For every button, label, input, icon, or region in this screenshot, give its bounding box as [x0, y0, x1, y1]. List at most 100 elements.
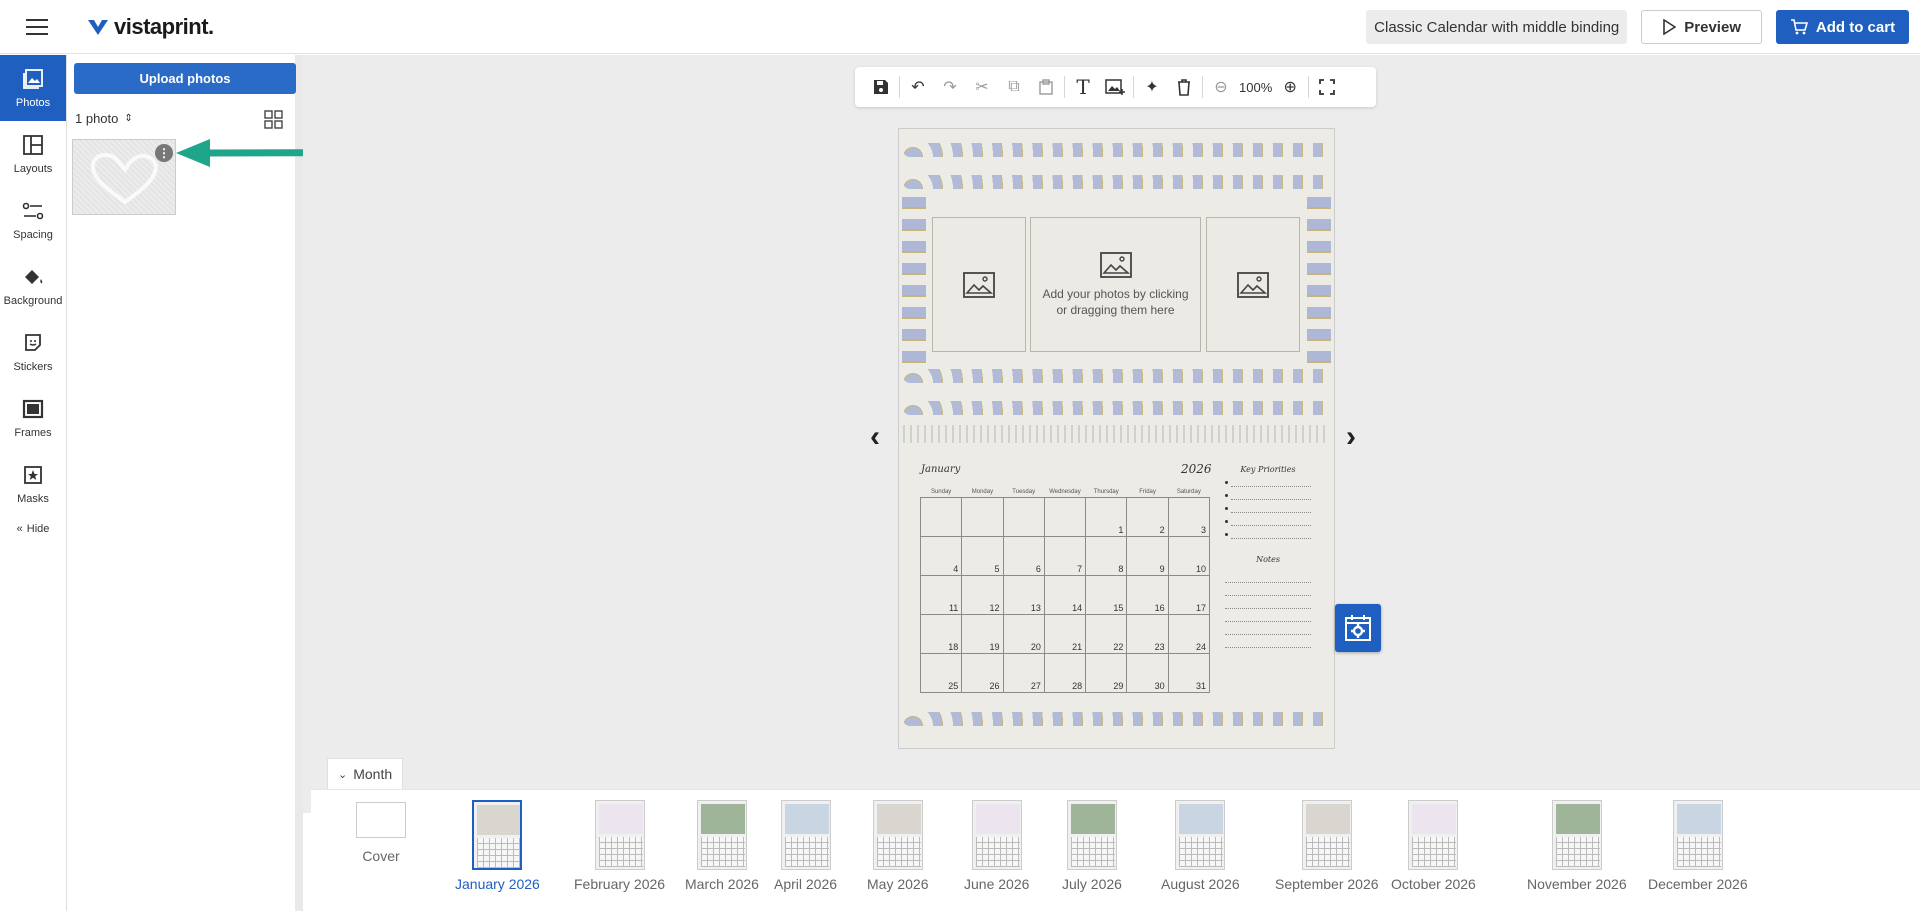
magic-wand-icon[interactable]: ✦ [1136, 71, 1168, 103]
strip-item-month[interactable]: January 2026 [455, 800, 540, 892]
hide-panel-button[interactable]: « Hide [0, 523, 66, 535]
month-thumbnail [1066, 800, 1117, 870]
save-icon[interactable] [865, 71, 897, 103]
add-to-cart-label: Add to cart [1815, 18, 1896, 36]
calendar-day-cell: 14 [1043, 574, 1087, 615]
photo-count-label: 1 photo [75, 111, 119, 126]
month-thumbnail [696, 800, 747, 870]
calendar-day-cell: 3 [1167, 496, 1211, 537]
strip-item-month[interactable]: March 2026 [685, 800, 759, 892]
decorative-wave [1307, 197, 1331, 372]
cover-thumbnail [356, 802, 406, 838]
mask-icon [24, 466, 42, 484]
zoom-level: 100% [1239, 79, 1273, 95]
calendar-page[interactable]: Add your photos by clicking or dragging … [898, 128, 1335, 749]
calendar-day-cell: 2 [1126, 496, 1169, 537]
strip-item-month[interactable]: May 2026 [867, 800, 928, 892]
hamburger-menu-icon[interactable] [26, 18, 48, 35]
preview-label: Preview [1684, 18, 1741, 36]
rail-item-stickers[interactable]: Stickers [0, 319, 66, 385]
strip-item-month[interactable]: July 2026 [1062, 800, 1122, 892]
weekday-label: Wednesday [1049, 489, 1081, 496]
photo-thumbnail[interactable]: ⋮ [72, 139, 176, 215]
calendar-day-cell: 16 [1126, 574, 1169, 615]
undo-icon[interactable]: ↶ [902, 71, 934, 103]
calendar-day-cell: 27 [1002, 652, 1045, 693]
next-page-arrow-icon[interactable]: › [1346, 420, 1356, 454]
weekday-label: Thursday [1093, 489, 1119, 496]
month-thumbnail [1551, 800, 1602, 870]
thumbnail-calendar-area [700, 837, 745, 867]
preview-button[interactable]: Preview [1641, 10, 1762, 44]
month-thumbnail [872, 800, 923, 870]
strip-item-month[interactable]: September 2026 [1275, 800, 1379, 892]
product-name-label[interactable]: Classic Calendar with middle binding [1366, 10, 1628, 44]
rail-item-layouts[interactable]: Layouts [0, 121, 66, 187]
add-image-icon[interactable] [1099, 71, 1131, 103]
weekday-header-row: Sunday Monday Tuesday Wednesday Thursday… [921, 488, 1210, 497]
strip-item-month[interactable]: December 2026 [1648, 800, 1748, 892]
calendar-day-cell: 29 [1085, 652, 1128, 693]
photo-slot-right[interactable] [1206, 217, 1300, 352]
photo-count-sort[interactable]: 1 photo ⇕ [75, 111, 133, 126]
note-line [1225, 609, 1311, 622]
zoom-in-icon[interactable]: ⊕ [1274, 71, 1306, 103]
strip-item-month[interactable]: February 2026 [574, 800, 665, 892]
calendar-day-cell: 1 [1085, 496, 1128, 537]
rail-item-photos[interactable]: Photos [0, 55, 66, 121]
text-icon[interactable]: T [1067, 71, 1099, 103]
strip-item-month[interactable]: November 2026 [1527, 800, 1627, 892]
thumbnail-photo-area [876, 804, 921, 834]
rail-item-spacing[interactable]: Spacing [0, 187, 66, 253]
paint-bucket-icon [25, 270, 43, 284]
delete-icon[interactable] [1168, 71, 1200, 103]
calendar-year-title: 2026 [1181, 462, 1212, 476]
calendar-settings-button[interactable] [1335, 604, 1381, 652]
strip-item-cover[interactable]: Cover [356, 800, 406, 864]
key-priorities-title: Key Priorities [1240, 465, 1296, 474]
toolbar-divider [899, 76, 900, 98]
copy-icon[interactable]: ⧉ [998, 71, 1030, 103]
add-to-cart-button[interactable]: Add to cart [1776, 10, 1909, 44]
calendar-day-cell: 10 [1167, 535, 1211, 576]
month-thumbnail [472, 800, 523, 870]
cut-icon[interactable]: ✂ [966, 71, 998, 103]
month-strip-toggle[interactable]: ⌄ Month [327, 758, 403, 789]
redo-icon[interactable]: ↷ [934, 71, 966, 103]
calendar-week-row: 25 26 27 28 29 30 31 [919, 652, 1211, 693]
thumbnail-calendar-area [1179, 837, 1224, 867]
paste-icon[interactable] [1030, 71, 1062, 103]
decorative-wave [902, 197, 926, 372]
priority-line [1225, 526, 1311, 539]
rail-label-masks: Masks [17, 493, 49, 505]
rail-item-background[interactable]: Background [0, 253, 66, 319]
strip-item-month[interactable]: June 2026 [964, 800, 1029, 892]
top-header: vistaprint. Classic Calendar with middle… [0, 0, 1920, 54]
calendar-day-cell: 6 [1002, 535, 1045, 576]
vistaprint-logo[interactable]: vistaprint. [88, 14, 214, 40]
weekday-label: Monday [971, 489, 994, 496]
editor-toolbar: ↶ ↷ ✂ ⧉ T ✦ ⊖ 100% ⊕ [855, 67, 1376, 107]
strip-item-month[interactable]: August 2026 [1161, 800, 1240, 892]
header-actions: Classic Calendar with middle binding Pre… [1366, 10, 1909, 44]
calendar-day-cell: 24 [1167, 613, 1211, 654]
month-thumbnail [594, 800, 645, 870]
priority-line [1225, 500, 1311, 513]
rail-item-frames[interactable]: Frames [0, 385, 66, 451]
rail-label-stickers: Stickers [13, 361, 53, 373]
sticker-icon [25, 334, 41, 351]
fullscreen-icon[interactable] [1311, 71, 1343, 103]
toolbar-divider [1064, 76, 1065, 98]
thumbnail-calendar-area [477, 838, 521, 868]
upload-photos-button[interactable]: Upload photos [74, 63, 296, 94]
photo-slot-center[interactable]: Add your photos by clicking or dragging … [1030, 217, 1201, 352]
strip-label: April 2026 [774, 876, 838, 892]
rail-item-masks[interactable]: Masks [0, 451, 66, 517]
grid-view-icon[interactable] [264, 110, 284, 130]
zoom-out-icon[interactable]: ⊖ [1205, 71, 1237, 103]
strip-item-month[interactable]: April 2026 [774, 800, 837, 892]
previous-page-arrow-icon[interactable]: ‹ [870, 420, 880, 454]
photo-slot-left[interactable] [932, 217, 1026, 352]
strip-item-month[interactable]: October 2026 [1391, 800, 1476, 892]
calendar-month-title: January [921, 464, 961, 475]
